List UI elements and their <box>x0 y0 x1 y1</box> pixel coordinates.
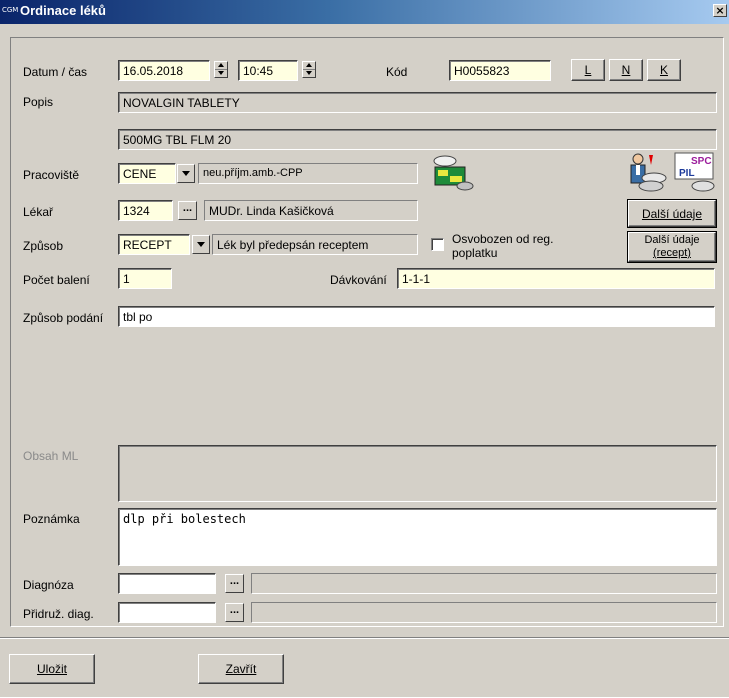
dalsi-udaje-recept-line1: Další údaje <box>644 234 700 246</box>
dalsi-udaje-recept-button[interactable]: Další údaje (recept) <box>627 231 717 263</box>
osvobozen-label-line1: Osvobozen od reg. <box>452 232 554 246</box>
lekar-name-field: MUDr. Linda Kašičková <box>204 200 418 221</box>
kod-field[interactable]: H0055823 <box>449 60 551 81</box>
label-pocet-baleni: Počet balení <box>23 273 90 287</box>
label-kod: Kód <box>386 65 408 79</box>
n-button-label: N <box>621 63 631 77</box>
pridruz-diag-name-field <box>251 602 717 623</box>
date-spinner[interactable] <box>214 61 228 78</box>
davkovani-field[interactable]: 1-1-1 <box>397 268 715 289</box>
label-diagnoza: Diagnóza <box>23 578 74 592</box>
l-button[interactable]: L <box>571 59 605 81</box>
ordinace-leku-window: CGM Ordinace léků × Datum / čas 16.05.20… <box>0 0 729 697</box>
close-button[interactable]: × <box>713 4 727 17</box>
spc-text: SPC <box>691 156 712 167</box>
zpusob-code-field[interactable]: RECEPT <box>118 234 190 255</box>
time-field[interactable]: 10:45 <box>238 60 298 81</box>
label-popis: Popis <box>23 95 54 109</box>
diagnoza-code-field[interactable] <box>118 573 216 594</box>
label-pracoviste: Pracoviště <box>23 168 80 182</box>
popis-field-1: NOVALGIN TABLETY <box>118 92 717 113</box>
dalsi-udaje-label: Další údaje <box>641 207 703 221</box>
obsah-ml-field <box>118 445 717 502</box>
k-button[interactable]: K <box>647 59 681 81</box>
l-button-label: L <box>584 63 592 77</box>
label-davkovani: Dávkování <box>330 273 387 287</box>
time-spinner[interactable] <box>302 61 316 78</box>
label-obsah-ml: Obsah ML <box>23 449 79 463</box>
ulozit-label: Uložit <box>36 662 67 676</box>
spc-pil-icon[interactable]: SPC PIL <box>673 151 717 193</box>
label-datum-cas: Datum / čas <box>23 65 88 79</box>
zpusob-name-field: Lék byl předepsán receptem <box>212 234 418 255</box>
dalsi-udaje-button[interactable]: Další údaje <box>627 199 717 228</box>
zavrit-button[interactable]: Zavřít <box>198 654 284 684</box>
window-title: Ordinace léků <box>20 3 106 18</box>
label-lekar: Lékař <box>23 205 54 219</box>
pocet-baleni-field[interactable]: 1 <box>118 268 172 289</box>
dalsi-udaje-recept-line2: (recept) <box>653 247 691 259</box>
label-zpusob: Způsob <box>23 239 64 253</box>
title-bar[interactable]: CGM Ordinace léků × <box>0 0 729 24</box>
osvobozen-label: Osvobozen od reg. poplatku <box>452 232 553 260</box>
ulozit-button[interactable]: Uložit <box>9 654 95 684</box>
zavrit-label: Zavřít <box>225 662 257 676</box>
label-poznamka: Poznámka <box>23 512 80 526</box>
osvobozen-label-line2: poplatku <box>452 246 498 260</box>
pil-text: PIL <box>679 168 695 179</box>
k-button-label: K <box>659 63 668 77</box>
pills-icon[interactable] <box>432 154 476 192</box>
poznamka-textarea[interactable]: dlp při bolestech <box>118 508 717 566</box>
diagnoza-ellipsis-button[interactable]: ... <box>225 574 244 593</box>
cgm-logo: CGM <box>2 6 19 14</box>
pracoviste-code-field[interactable]: CENE <box>118 163 176 184</box>
pracoviste-name-field: neu.příjm.amb.-CPP <box>198 163 418 184</box>
pridruz-diag-ellipsis-button[interactable]: ... <box>225 603 244 622</box>
label-zpusob-podani: Způsob podání <box>23 311 104 325</box>
lekar-code-field[interactable]: 1324 <box>118 200 173 221</box>
bottom-button-bar <box>0 637 729 698</box>
popis-field-2: 500MG TBL FLM 20 <box>118 129 717 150</box>
date-field[interactable]: 16.05.2018 <box>118 60 210 81</box>
pridruz-diag-code-field[interactable] <box>118 602 216 623</box>
zpusob-podani-field[interactable]: tbl po <box>118 306 715 327</box>
diagnoza-name-field <box>251 573 717 594</box>
doctor-pills-icon[interactable] <box>627 151 669 193</box>
zpusob-dropdown-button[interactable] <box>192 235 210 254</box>
lekar-ellipsis-button[interactable]: ... <box>178 201 197 220</box>
pracoviste-dropdown-button[interactable] <box>177 164 195 183</box>
osvobozen-checkbox[interactable] <box>431 238 444 251</box>
n-button[interactable]: N <box>609 59 643 81</box>
label-pridruz-diag: Přidruž. diag. <box>23 607 94 621</box>
